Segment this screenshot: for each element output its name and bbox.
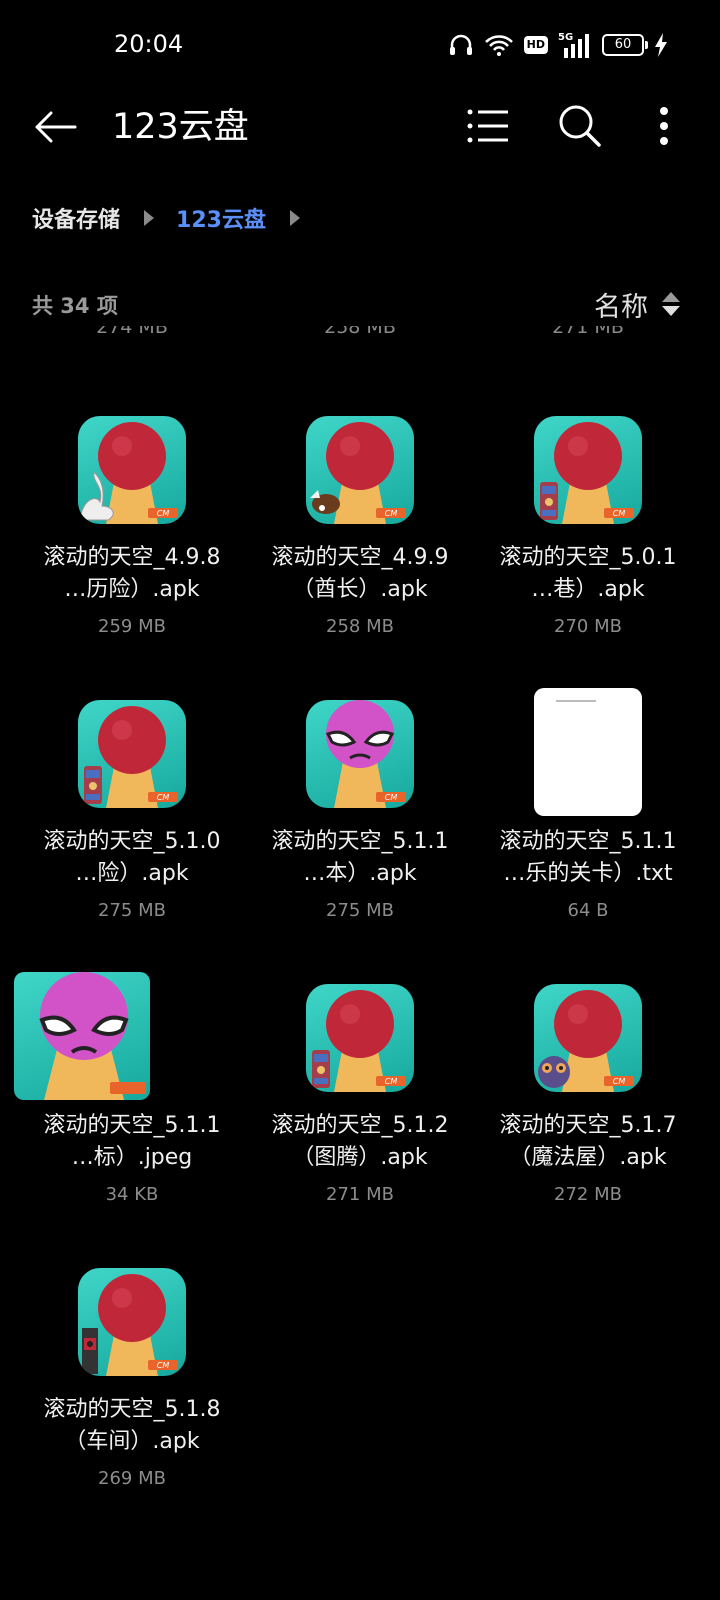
file-name-line1: 滚动的天空_5.0.1 [499, 545, 677, 570]
more-button[interactable] [638, 100, 690, 152]
file-item[interactable]: CM 滚动的天空_5.1.7 （魔法屋）.apk 272 MB [474, 984, 702, 1254]
app-icon: CM [78, 1268, 186, 1376]
wifi-icon [484, 35, 513, 56]
app-bar: 123云盘 [0, 90, 720, 162]
apk-thumbnail: CM [306, 416, 414, 524]
more-vertical-icon [660, 107, 668, 145]
app-icon: CM [306, 700, 414, 808]
file-name-line1: 滚动的天空_4.9.8 [43, 545, 221, 570]
file-name: 滚动的天空_5.1.7 （魔法屋）.apk [474, 1110, 702, 1174]
signal-icon: 5G [558, 32, 592, 58]
back-button[interactable] [30, 104, 80, 150]
file-name-line1: 滚动的天空_5.1.0 [43, 829, 221, 854]
chevron-right-icon [289, 210, 300, 226]
file-name: 滚动的天空_5.1.8 （车间）.apk [18, 1394, 246, 1458]
sort-label: 名称 [594, 291, 648, 323]
list-view-icon [467, 109, 508, 143]
sort-order-icon [662, 292, 680, 316]
file-item[interactable]: CM 滚动的天空_5.0.1 …巷）.apk 270 MB [474, 416, 702, 686]
file-item[interactable]: 滚动的天空_5.1.1 …乐的关卡）.txt 64 B [474, 688, 702, 970]
app-icon: CM [534, 984, 642, 1092]
file-size: 271 MB [326, 1184, 394, 1205]
battery-icon: 60 [602, 34, 648, 56]
file-name-line1: 滚动的天空_5.1.1 [271, 829, 449, 854]
list-view-button[interactable] [462, 100, 514, 152]
file-name: 滚动的天空_4.9.9 （酋长）.apk [246, 542, 474, 606]
file-size: 272 MB [554, 1184, 622, 1205]
file-size: 34 KB [105, 1184, 159, 1205]
file-size: 259 MB [98, 616, 166, 637]
item-count: 共 34 项 [32, 294, 118, 318]
breadcrumb: 设备存储 123云盘 [32, 200, 322, 236]
chevron-right-icon [144, 210, 155, 226]
file-size: 275 MB [326, 900, 394, 921]
text-file-thumbnail [534, 688, 642, 816]
app-icon: CM [306, 416, 414, 524]
file-name-line1: 滚动的天空_5.1.7 [499, 1113, 677, 1138]
apk-thumbnail: CM [78, 1268, 186, 1376]
app-icon: CM [306, 984, 414, 1092]
file-name: 滚动的天空_5.1.1 …标）.jpeg [18, 1110, 246, 1174]
file-item[interactable]: CM 滚动的天空_4.9.8 …历险）.apk 259 MB [18, 416, 246, 686]
hd-badge: HD [523, 36, 548, 54]
file-name-line2: …本）.apk [303, 861, 417, 886]
file-name: 滚动的天空_5.1.2 （图腾）.apk [246, 1110, 474, 1174]
file-name: 滚动的天空_5.0.1 …巷）.apk [474, 542, 702, 606]
file-name-line2: …历险）.apk [64, 577, 200, 602]
file-item[interactable]: CM 滚动的天空_5.1.8 （车间）.apk 269 MB [18, 1268, 246, 1538]
file-item[interactable]: CM 滚动的天空_4.9.9 （酋长）.apk 258 MB [246, 416, 474, 686]
file-name-line2: （酋长）.apk [292, 577, 428, 602]
file-name-line2: （车间）.apk [64, 1429, 200, 1454]
file-name-line2: …标）.jpeg [71, 1145, 193, 1170]
page-title: 123云盘 [112, 107, 249, 147]
file-size: 270 MB [554, 616, 622, 637]
search-icon [559, 105, 601, 147]
file-name-line2: （图腾）.apk [292, 1145, 428, 1170]
headphones-icon [449, 34, 472, 55]
file-size-cut: 258 MB [324, 326, 396, 338]
sort-button[interactable]: 名称 [594, 284, 680, 324]
app-icon: CM [78, 700, 186, 808]
file-name-line2: …巷）.apk [531, 577, 645, 602]
apk-thumbnail: CM [78, 700, 186, 808]
file-size: 64 B [567, 900, 609, 921]
breadcrumb-root[interactable]: 设备存储 [32, 202, 120, 234]
file-name: 滚动的天空_5.1.0 …险）.apk [18, 826, 246, 890]
status-time: 20:04 [114, 30, 184, 58]
file-name-line2: （魔法屋）.apk [509, 1145, 667, 1170]
image-thumbnail [14, 972, 150, 1100]
back-arrow-icon [35, 111, 77, 143]
file-name: 滚动的天空_5.1.1 …本）.apk [246, 826, 474, 890]
breadcrumb-current[interactable]: 123云盘 [176, 202, 266, 234]
status-icons: HD 5G 60 [448, 30, 668, 60]
file-size: 258 MB [326, 616, 394, 637]
file-size-cut: 271 MB [552, 326, 624, 338]
file-name-line1: 滚动的天空_4.9.9 [271, 545, 449, 570]
file-size: 269 MB [98, 1468, 166, 1489]
apk-thumbnail: CM [534, 416, 642, 524]
file-item[interactable]: CM 滚动的天空_5.1.1 …本）.apk 275 MB [246, 700, 474, 970]
file-name-line2: …乐的关卡）.txt [503, 861, 673, 886]
file-item[interactable]: CM 滚动的天空_5.1.2 （图腾）.apk 271 MB [246, 984, 474, 1254]
file-name-line1: 滚动的天空_5.1.2 [271, 1113, 449, 1138]
charging-icon [655, 33, 667, 57]
file-name: 滚动的天空_5.1.1 …乐的关卡）.txt [474, 826, 702, 890]
file-name-line2: …险）.apk [75, 861, 189, 886]
file-name-line1: 滚动的天空_5.1.1 [499, 829, 677, 854]
file-item[interactable]: 滚动的天空_5.1.1 …标）.jpeg 34 KB [14, 972, 246, 1254]
app-icon: CM [534, 416, 642, 524]
file-name: 滚动的天空_4.9.8 …历险）.apk [18, 542, 246, 606]
status-bar: 20:04 HD 5G 60 [0, 0, 720, 90]
file-size: 275 MB [98, 900, 166, 921]
app-icon: CM [78, 416, 186, 524]
apk-thumbnail: CM [306, 984, 414, 1092]
file-name-line1: 滚动的天空_5.1.1 [43, 1113, 221, 1138]
file-item[interactable]: CM 滚动的天空_5.1.0 …险）.apk 275 MB [18, 700, 246, 970]
file-name-line1: 滚动的天空_5.1.8 [43, 1397, 221, 1422]
apk-thumbnail: CM [78, 416, 186, 524]
apk-thumbnail: CM [306, 700, 414, 808]
apk-thumbnail: CM [534, 984, 642, 1092]
file-size-cut: 274 MB [96, 326, 168, 338]
search-button[interactable] [554, 100, 606, 152]
